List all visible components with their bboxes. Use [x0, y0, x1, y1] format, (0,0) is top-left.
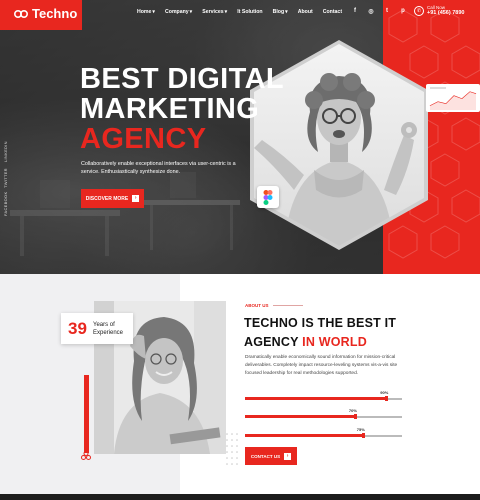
- nav-item-blog[interactable]: Blog▾: [273, 9, 288, 15]
- skill-fill: [245, 415, 355, 418]
- about-title-line-2-plain: AGENCY: [244, 335, 303, 349]
- chevron-down-icon: ▾: [224, 9, 228, 15]
- side-link-facebook[interactable]: FACEBOOK: [3, 192, 8, 216]
- logo-text: Techno: [32, 6, 78, 21]
- facebook-icon[interactable]: f: [352, 8, 358, 15]
- call-now[interactable]: ✆ Call Now +91 (456) 7890: [414, 5, 464, 16]
- figma-badge: [257, 186, 279, 208]
- skill-fill: [245, 397, 387, 400]
- side-link-linkedin[interactable]: LINKEDIN: [3, 141, 8, 162]
- red-accent-bar: [84, 375, 89, 453]
- analytics-chart-card: [426, 84, 480, 112]
- years-label-line-1: Years of: [93, 321, 115, 328]
- experience-card: 39 Years of Experience: [61, 313, 133, 344]
- nav-item-services[interactable]: Services▾: [202, 9, 227, 15]
- skill-percent-label: 75%: [356, 427, 365, 432]
- nav-item-label: About: [297, 9, 313, 15]
- arrow-right-icon: ›: [284, 452, 292, 460]
- skill-knob: [361, 433, 365, 438]
- contact-us-button[interactable]: CONTACT US ›: [245, 447, 297, 465]
- nav-item-label: Home: [137, 9, 152, 15]
- nav-item-company[interactable]: Company▾: [165, 9, 192, 15]
- about-description: Dramatically enable economically sound i…: [245, 355, 398, 376]
- chevron-down-icon: ▾: [152, 9, 156, 15]
- nav-item-label: Services: [202, 9, 224, 15]
- hero-title-line-1: BEST DIGITAL: [80, 63, 285, 95]
- decor-flower-icon: [81, 451, 91, 460]
- logo-mark-icon: [14, 9, 28, 18]
- about-title-line-2-red: IN WORLD: [302, 335, 367, 349]
- skill-fill: [245, 434, 363, 437]
- hero-description: Collaboratively enable exceptional inter…: [81, 161, 236, 175]
- about-title: TECHNO IS THE BEST IT AGENCY IN WORLD: [244, 314, 396, 352]
- analytics-chart-icon: [429, 87, 477, 110]
- nav-item-label: Company: [165, 9, 189, 15]
- kicker-divider: [272, 305, 303, 306]
- years-number: 39: [68, 318, 87, 338]
- skill-percent-label: 90%: [380, 390, 389, 395]
- years-label-line-2: Experience: [93, 329, 124, 336]
- pinterest-icon[interactable]: p: [400, 8, 406, 15]
- about-title-line-1: TECHNO IS THE BEST IT: [244, 316, 397, 330]
- contact-us-label: CONTACT US: [250, 453, 281, 459]
- skill-percent-label: 70%: [348, 408, 357, 413]
- nav-item-it-solution[interactable]: It Solution: [237, 9, 262, 15]
- nav-item-about[interactable]: About: [298, 9, 313, 15]
- nav-item-label: Blog: [272, 9, 285, 15]
- nav-item-label: It Solution: [237, 9, 263, 15]
- site-logo[interactable]: Techno: [14, 6, 77, 21]
- twitter-icon[interactable]: t: [384, 8, 390, 15]
- side-social-links: LINKEDIN TWITTER FACEBOOK: [3, 136, 13, 216]
- nav-item-contact[interactable]: Contact: [323, 9, 342, 15]
- side-link-twitter[interactable]: TWITTER: [3, 168, 8, 188]
- nav-item-label: Contact: [322, 9, 343, 15]
- next-section-edge: [0, 494, 480, 500]
- discover-more-label: DISCOVER MORE: [85, 195, 129, 202]
- chevron-down-icon: ▾: [189, 9, 193, 15]
- call-number: +91 (456) 7890: [427, 10, 465, 16]
- phone-icon: ✆: [414, 5, 424, 16]
- chevron-down-icon: ▾: [285, 9, 288, 15]
- about-kicker: ABOUT US: [245, 303, 303, 308]
- about-kicker-label: ABOUT US: [245, 303, 269, 308]
- figma-icon: [263, 189, 273, 205]
- skill-knob: [385, 396, 389, 401]
- discover-more-button[interactable]: DISCOVER MORE ›: [81, 189, 144, 208]
- arrow-right-icon: ›: [132, 195, 140, 202]
- hero-title: BEST DIGITAL MARKETING AGENCY: [80, 64, 284, 154]
- skill-knob: [353, 414, 357, 419]
- hero-title-line-3: AGENCY: [80, 123, 207, 155]
- nav-item-home[interactable]: Home▾: [137, 9, 155, 15]
- dots-pattern-decoration: [226, 433, 238, 465]
- social-links: f ◎ t p: [352, 8, 406, 15]
- instagram-icon[interactable]: ◎: [368, 8, 374, 15]
- hero-title-line-2: MARKETING: [80, 93, 260, 125]
- main-nav: Home▾ Company▾ Services▾ It Solution Blog▾ Ab…: [137, 9, 342, 15]
